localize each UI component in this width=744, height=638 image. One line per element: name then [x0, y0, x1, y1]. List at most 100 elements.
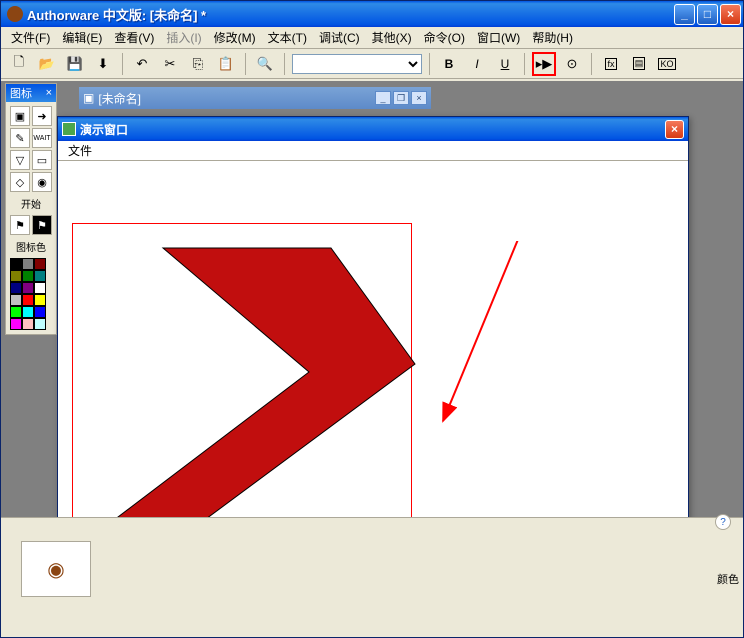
menu-command[interactable]: 命令(O) — [418, 27, 471, 48]
properties-panel: ◉ — [1, 517, 743, 637]
functions-button[interactable]: fx — [599, 52, 623, 76]
find-button[interactable]: 🔍 — [253, 52, 277, 76]
doc-close-button[interactable]: × — [411, 91, 427, 105]
divider-icon — [524, 53, 525, 75]
font-select[interactable] — [292, 54, 422, 74]
color-swatch[interactable] — [22, 318, 34, 330]
color-swatch[interactable] — [22, 294, 34, 306]
palette-titlebar[interactable]: 图标 × — [6, 84, 56, 102]
undo-icon: ↶ — [137, 56, 148, 72]
toolbar: 🗋 📂 💾 ⬇ ↶ ✂ ⎘ 📋 🔍 B I U ▸▶ ⊙ fx ▤ KO — [1, 49, 743, 79]
color-swatch[interactable] — [34, 306, 46, 318]
color-swatch[interactable] — [10, 294, 22, 306]
close-button[interactable]: × — [720, 4, 741, 25]
cut-icon: ✂ — [165, 56, 176, 72]
menu-edit[interactable]: 编辑(E) — [56, 27, 108, 48]
presentation-close-button[interactable]: × — [665, 120, 684, 139]
divider-icon — [591, 53, 592, 75]
import-icon: ⬇ — [98, 56, 109, 72]
copy-button[interactable]: ⎘ — [186, 52, 210, 76]
cut-button[interactable]: ✂ — [158, 52, 182, 76]
color-label: 颜色 — [717, 571, 739, 587]
decision-icon-tool[interactable]: ◇ — [10, 172, 30, 192]
menu-view[interactable]: 查看(V) — [108, 27, 160, 48]
presentation-window-icon — [62, 122, 76, 136]
icon-color-label: 图标色 — [10, 237, 52, 256]
document-title: [未命名] — [98, 90, 141, 107]
italic-button[interactable]: I — [465, 52, 489, 76]
framework-icon-tool[interactable]: ▭ — [32, 150, 52, 170]
color-swatch[interactable] — [34, 294, 46, 306]
presentation-file-menu[interactable]: 文件 — [62, 140, 98, 161]
color-swatch[interactable] — [34, 282, 46, 294]
wait-icon-tool[interactable]: WAIT — [32, 128, 52, 148]
italic-icon: I — [475, 57, 478, 71]
bold-button[interactable]: B — [437, 52, 461, 76]
save-all-button[interactable]: 💾 — [63, 52, 87, 76]
control-panel-button[interactable]: ⊙ — [560, 52, 584, 76]
menu-other[interactable]: 其他(X) — [366, 27, 418, 48]
knowledge-button[interactable]: KO — [655, 52, 679, 76]
color-swatch[interactable] — [22, 282, 34, 294]
menu-file[interactable]: 文件(F) — [5, 27, 56, 48]
open-button[interactable]: 📂 — [35, 52, 59, 76]
color-swatch[interactable] — [10, 318, 22, 330]
variables-button[interactable]: ▤ — [627, 52, 651, 76]
document-window: ▣ [未命名] _ ❐ × — [79, 87, 431, 109]
presentation-titlebar[interactable]: 演示窗口 × — [58, 117, 688, 141]
red-arrow-shape[interactable] — [83, 234, 423, 544]
menu-help[interactable]: 帮助(H) — [526, 27, 579, 48]
color-swatch[interactable] — [10, 282, 22, 294]
menu-insert[interactable]: 插入(I) — [160, 27, 207, 48]
motion-icon-tool[interactable]: ➜ — [32, 106, 52, 126]
paste-button[interactable]: 📋 — [214, 52, 238, 76]
color-swatch[interactable] — [22, 306, 34, 318]
doc-icon: ▣ — [83, 91, 94, 105]
annotation-arrow — [438, 241, 618, 471]
icon-preview[interactable]: ◉ — [21, 541, 91, 597]
menu-debug[interactable]: 调试(C) — [313, 27, 366, 48]
menu-window[interactable]: 窗口(W) — [471, 27, 526, 48]
menu-modify[interactable]: 修改(M) — [208, 27, 262, 48]
interaction-icon-tool[interactable]: ◉ — [32, 172, 52, 192]
undo-button[interactable]: ↶ — [130, 52, 154, 76]
preview-icon: ◉ — [47, 557, 64, 582]
navigate-icon-tool[interactable]: ▽ — [10, 150, 30, 170]
help-button[interactable]: ? — [715, 514, 731, 530]
erase-icon-tool[interactable]: ✎ — [10, 128, 30, 148]
stop-flag-tool[interactable]: ⚑ — [32, 215, 52, 235]
divider-icon — [284, 53, 285, 75]
window-controls: _ □ × — [674, 4, 741, 25]
new-button[interactable]: 🗋 — [7, 52, 31, 76]
color-swatch[interactable] — [10, 258, 22, 270]
divider-icon — [245, 53, 246, 75]
start-flag-tool[interactable]: ⚑ — [10, 215, 30, 235]
find-icon: 🔍 — [257, 56, 273, 72]
underline-button[interactable]: U — [493, 52, 517, 76]
display-icon-tool[interactable]: ▣ — [10, 106, 30, 126]
menubar: 文件(F) 编辑(E) 查看(V) 插入(I) 修改(M) 文本(T) 调试(C… — [1, 27, 743, 49]
run-button[interactable]: ▸▶ — [532, 52, 556, 76]
color-swatch[interactable] — [22, 258, 34, 270]
presentation-menubar: 文件 — [58, 141, 688, 161]
control-icon: ⊙ — [567, 56, 578, 72]
maximize-button[interactable]: □ — [697, 4, 718, 25]
color-swatch[interactable] — [10, 306, 22, 318]
app-icon — [7, 6, 23, 22]
import-button[interactable]: ⬇ — [91, 52, 115, 76]
doc-restore-button[interactable]: ❐ — [393, 91, 409, 105]
palette-close-button[interactable]: × — [46, 87, 52, 99]
minimize-button[interactable]: _ — [674, 4, 695, 25]
color-swatch[interactable] — [34, 258, 46, 270]
palette-title: 图标 — [10, 85, 32, 101]
color-swatch[interactable] — [10, 270, 22, 282]
new-icon: 🗋 — [14, 53, 24, 75]
doc-minimize-button[interactable]: _ — [375, 91, 391, 105]
open-icon: 📂 — [39, 56, 55, 72]
document-titlebar[interactable]: ▣ [未命名] _ ❐ × — [79, 87, 431, 109]
color-swatch[interactable] — [22, 270, 34, 282]
menu-text[interactable]: 文本(T) — [262, 27, 313, 48]
color-swatch[interactable] — [34, 318, 46, 330]
divider-icon — [429, 53, 430, 75]
color-swatch[interactable] — [34, 270, 46, 282]
